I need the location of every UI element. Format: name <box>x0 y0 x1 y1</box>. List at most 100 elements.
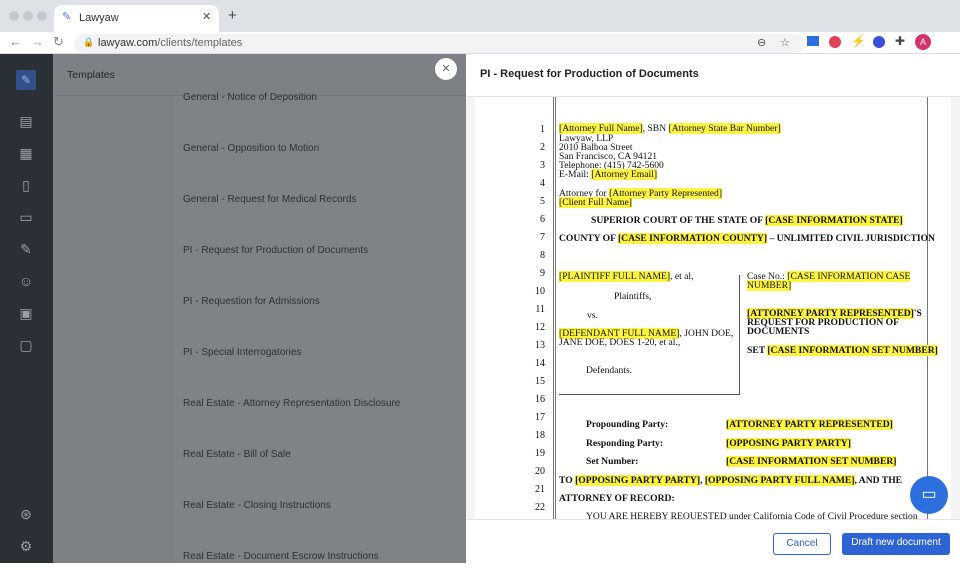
document-text: SET <box>747 345 768 356</box>
url-path: /clients/templates <box>157 37 243 49</box>
line-number: 3 <box>540 160 545 171</box>
window-minimize-control[interactable] <box>23 11 33 21</box>
browser-tab-bar: ✎ Lawyaw ✕ + <box>0 0 960 32</box>
line-number: 22 <box>535 502 545 513</box>
new-tab-icon[interactable]: + <box>228 7 237 24</box>
extension-video-icon[interactable] <box>807 36 819 46</box>
line-number: 14 <box>535 358 545 369</box>
document-text: COUNTY OF <box>559 233 618 244</box>
grid-icon[interactable]: ▦ <box>17 144 35 162</box>
document-page: 1234567891011121314151617181920212223 [A… <box>475 97 951 519</box>
line-number: 21 <box>535 484 545 495</box>
extensions-puzzle-icon[interactable]: ✚ <box>895 34 905 48</box>
merge-field: [Client Full Name] <box>559 197 633 208</box>
app-logo-icon[interactable]: ✎ <box>16 70 36 90</box>
tab-close-icon[interactable]: ✕ <box>202 10 211 23</box>
line-number: 17 <box>535 412 545 423</box>
template-list-item[interactable]: General - Request for Medical Records <box>183 194 463 214</box>
merge-field: [Attorney State Bar Number] <box>668 123 781 134</box>
line-number: 9 <box>540 268 545 279</box>
merge-field: [Attorney Email] <box>591 169 658 180</box>
document-line: DOCUMENTS <box>747 327 809 337</box>
folder-icon[interactable]: ▭ <box>17 208 35 226</box>
template-list <box>173 96 466 563</box>
merge-field: NUMBER] <box>747 280 792 291</box>
draft-new-document-button[interactable]: Draft new document <box>842 533 950 555</box>
panel-footer: Cancel Draft new document <box>466 519 960 563</box>
line-number: 10 <box>535 286 545 297</box>
close-panel-button[interactable]: ✕ <box>435 58 457 80</box>
extension-pepper-icon[interactable]: ⚡ <box>851 34 866 48</box>
clipboard-icon[interactable]: ▢ <box>17 336 35 354</box>
document-text: Defendants. <box>586 365 633 376</box>
document-text: Propounding Party: <box>586 419 669 430</box>
window-maximize-control[interactable] <box>37 11 47 21</box>
document-line: SET [CASE INFORMATION SET NUMBER] <box>747 345 938 356</box>
line-number: 16 <box>535 394 545 405</box>
briefcase-icon[interactable]: ▣ <box>17 304 35 322</box>
bookmark-star-icon[interactable]: ☆ <box>780 36 790 49</box>
document-text: Responding Party: <box>586 438 664 449</box>
document-line: SUPERIOR COURT OF THE STATE OF [CASE INF… <box>591 215 903 226</box>
line-number: 6 <box>540 214 545 225</box>
url-input[interactable]: 🔒 lawyaw.com/clients/templates ⊖ ☆ <box>74 34 804 53</box>
merge-field: [OPPOSING PARTY FULL NAME] <box>704 475 855 486</box>
reload-icon[interactable]: ↻ <box>53 34 64 50</box>
extension-t-icon[interactable] <box>829 36 841 48</box>
address-bar-row: ← → ↻ 🔒 lawyaw.com/clients/templates ⊖ ☆… <box>0 32 960 54</box>
document-text: YOU ARE HEREBY REQUESTED under Californi… <box>586 511 918 520</box>
document-text: ATTORNEY OF RECORD: <box>559 493 675 504</box>
forward-icon[interactable]: → <box>31 34 44 49</box>
margin-rule-left <box>553 97 556 519</box>
line-number: 5 <box>540 196 545 207</box>
document-text: 'S <box>913 308 922 319</box>
help-icon[interactable]: ⊛ <box>17 505 35 523</box>
line-number: 11 <box>535 304 545 315</box>
document-text: , SBN <box>642 123 669 134</box>
template-list-item[interactable]: General - Notice of Deposition <box>183 92 463 112</box>
back-icon[interactable]: ← <box>9 34 22 49</box>
extension-shield-icon[interactable] <box>873 36 885 48</box>
window-close-control[interactable] <box>9 11 19 21</box>
merge-field: [OPPOSING PARTY PARTY] <box>726 438 851 449</box>
document-line: Plaintiffs, <box>614 292 651 302</box>
merge-field: [OPPOSING PARTY PARTY] <box>575 475 701 486</box>
line-number: 8 <box>540 250 545 261</box>
browser-tab[interactable]: ✎ Lawyaw ✕ <box>54 5 219 32</box>
template-list-item[interactable]: Real Estate - Document Escrow Instructio… <box>183 551 463 571</box>
template-list-item[interactable]: Real Estate - Closing Instructions <box>183 500 463 520</box>
settings-icon[interactable]: ⚙ <box>17 537 35 555</box>
template-list-item[interactable]: General - Opposition to Motion <box>183 143 463 163</box>
template-list-item[interactable]: Real Estate - Attorney Representation Di… <box>183 398 463 418</box>
user-icon[interactable]: ☺ <box>17 272 35 290</box>
template-list-item[interactable]: PI - Special Interrogatories <box>183 347 463 367</box>
document-text: , JOHN DOE, <box>679 328 734 339</box>
template-list-item[interactable]: PI - Requestion for Admissions <box>183 296 463 316</box>
template-list-item[interactable]: PI - Request for Production of Documents <box>183 245 463 265</box>
document-line: [PLAINTIFF FULL NAME], et al, <box>559 271 694 282</box>
edit-icon[interactable]: ✎ <box>17 240 35 258</box>
quill-icon: ✎ <box>62 11 72 23</box>
document-text: Set Number: <box>586 456 639 467</box>
merge-field: [ATTORNEY PARTY REPRESENTED] <box>726 419 893 430</box>
template-preview-panel: PI - Request for Production of Documents… <box>466 54 960 563</box>
layout-icon[interactable]: ▤ <box>17 112 35 130</box>
cancel-button[interactable]: Cancel <box>773 533 831 555</box>
document-text: , AND THE <box>854 475 903 486</box>
template-list-item[interactable]: Real Estate - Bill of Sale <box>183 449 463 469</box>
line-number: 2 <box>540 142 545 153</box>
tab-title: Lawyaw <box>79 12 119 24</box>
line-number: 20 <box>535 466 545 477</box>
document-text: , et al, <box>670 271 694 282</box>
document-preview[interactable]: 1234567891011121314151617181920212223 [A… <box>466 96 960 519</box>
document-line: [OPPOSING PARTY PARTY] <box>726 438 851 449</box>
profile-avatar[interactable]: A <box>915 34 931 50</box>
document-icon[interactable]: ▯ <box>17 176 35 194</box>
document-text: JANE DOE, DOES 1-20, et al., <box>559 337 681 348</box>
app-sidebar: ✎ ▤ ▦ ▯ ▭ ✎ ☺ ▣ ▢ ⊛ ⚙ <box>0 54 53 563</box>
document-line: Responding Party: <box>586 439 663 449</box>
merge-field: [CASE INFORMATION SET NUMBER] <box>726 456 897 467</box>
lock-icon: 🔒 <box>83 37 95 47</box>
zoom-icon[interactable]: ⊖ <box>757 36 766 49</box>
chat-launcher-icon[interactable]: ▭ <box>910 476 948 514</box>
